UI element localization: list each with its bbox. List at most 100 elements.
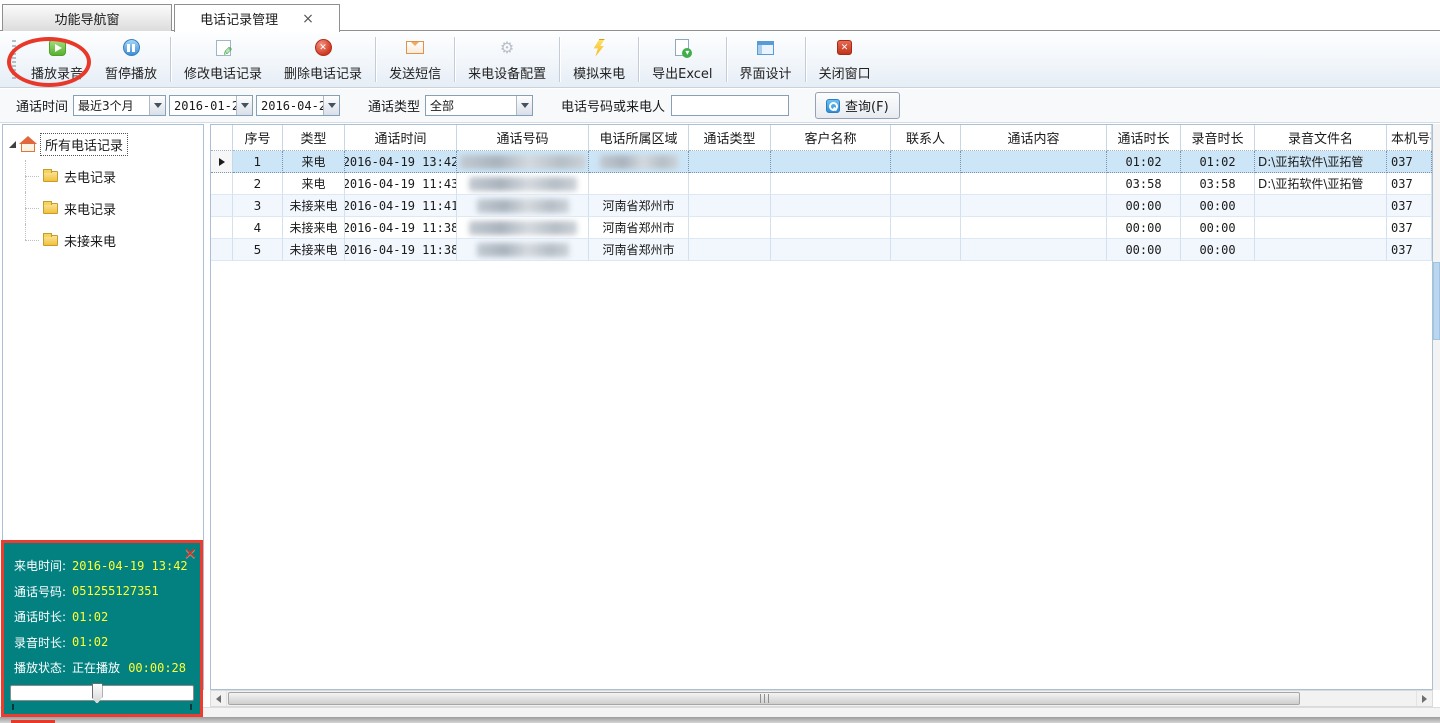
button-label: 界面设计 <box>740 63 792 82</box>
delete-call-record-button[interactable]: 删除电话记录 <box>273 32 373 87</box>
tree-item-label: 去电记录 <box>64 167 116 186</box>
simulate-incoming-call-button[interactable]: 模拟来电 <box>562 32 636 87</box>
close-icon[interactable]: ✕ <box>184 544 197 563</box>
scroll-left-arrow[interactable] <box>211 691 227 706</box>
horizontal-scrollbar-thumb[interactable] <box>228 692 1300 705</box>
field-label: 录音时长: <box>14 634 66 651</box>
search-button-label: 查询(F) <box>845 96 889 115</box>
cell-region: 河南省郑州市 <box>589 217 689 239</box>
scroll-right-arrow[interactable] <box>1416 691 1432 706</box>
column-header[interactable]: 通话时长 <box>1107 125 1181 151</box>
cell-region <box>589 151 689 173</box>
chevron-down-icon[interactable] <box>323 96 339 115</box>
field-label: 通话号码: <box>14 583 66 600</box>
column-header[interactable]: 通话时间 <box>345 125 457 151</box>
table-row[interactable]: 3 未接来电 2016-04-19 11:41 河南省郑州市 00:00 00:… <box>211 195 1432 217</box>
cell-call-type <box>689 173 771 195</box>
tab-function-nav[interactable]: 功能导航窗 <box>2 4 172 31</box>
column-header[interactable]: 本机号码 <box>1387 125 1432 151</box>
chevron-down-icon[interactable] <box>236 96 252 115</box>
tree-node-all-records[interactable]: 所有电话记录 <box>3 125 203 160</box>
column-header[interactable]: 通话内容 <box>961 125 1107 151</box>
date-to-picker[interactable]: 2016-04-22 <box>256 95 340 116</box>
table-row[interactable]: 2 来电 2016-04-19 11:43 03:58 03:58 D:\亚拓软… <box>211 173 1432 195</box>
tree-root-label[interactable]: 所有电话记录 <box>40 133 128 156</box>
call-time-label: 通话时间 <box>16 96 68 115</box>
vertical-scrollbar[interactable] <box>1433 124 1440 690</box>
column-header[interactable]: 联系人 <box>891 125 961 151</box>
time-range-value: 最近3个月 <box>74 97 149 114</box>
cell-number <box>457 217 589 239</box>
mail-icon <box>406 41 424 54</box>
column-header[interactable]: 录音时长 <box>1181 125 1255 151</box>
column-header[interactable]: 客户名称 <box>771 125 891 151</box>
cell-duration: 01:02 <box>1107 151 1181 173</box>
slider-tick <box>190 704 192 710</box>
column-header[interactable]: 序号 <box>233 125 283 151</box>
scrollbar-grip-icon <box>760 694 769 703</box>
cell-no: 1 <box>233 151 283 173</box>
phone-search-input[interactable] <box>671 95 789 116</box>
chevron-down-icon[interactable] <box>516 96 532 115</box>
date-from-picker[interactable]: 2016-01-22 <box>169 95 253 116</box>
cell-call-type <box>689 151 771 173</box>
tree-node-outgoing-records[interactable]: 去电记录 <box>3 160 203 192</box>
playback-progress-slider[interactable] <box>10 685 194 701</box>
tab-label: 电话记录管理 <box>200 9 278 28</box>
table-row[interactable]: 4 未接来电 2016-04-19 11:38 河南省郑州市 00:00 00:… <box>211 217 1432 239</box>
table-row[interactable]: 5 未接来电 2016-04-19 11:38 河南省郑州市 00:00 00:… <box>211 239 1432 261</box>
tab-call-record-management[interactable]: 电话记录管理 × <box>174 4 340 32</box>
column-header[interactable]: 类型 <box>283 125 345 151</box>
player-field: 通话时长: 01:02 <box>14 604 200 630</box>
incoming-device-config-button[interactable]: 来电设备配置 <box>457 32 557 87</box>
cell-type: 未接来电 <box>283 217 345 239</box>
table-header-row: 序号 类型 通话时间 通话号码 电话所属区域 通话类型 客户名称 联系人 通话内… <box>211 125 1432 151</box>
cell-customer <box>771 239 891 261</box>
filter-bar: 通话时间 最近3个月 2016-01-22 2016-04-22 通话类型 全部… <box>0 89 1440 123</box>
field-value: 2016-04-19 13:42 <box>72 559 188 573</box>
cell-type: 来电 <box>283 151 345 173</box>
time-range-select[interactable]: 最近3个月 <box>73 95 166 116</box>
close-window-button[interactable]: 关闭窗口 <box>808 32 882 87</box>
table-row[interactable]: 1 来电 2016-04-19 13:42 01:02 01:02 D:\亚拓软… <box>211 151 1432 173</box>
send-sms-button[interactable]: 发送短信 <box>378 32 452 87</box>
cell-customer <box>771 173 891 195</box>
button-label: 删除电话记录 <box>284 63 362 82</box>
tree-node-missed-calls[interactable]: 未接来电 <box>3 224 203 256</box>
edit-call-record-button[interactable]: 修改电话记录 <box>173 32 273 87</box>
search-button[interactable]: 查询(F) <box>815 92 900 119</box>
field-label: 来电时间: <box>14 557 66 574</box>
cell-number <box>457 239 589 261</box>
column-header[interactable]: 通话类型 <box>689 125 771 151</box>
column-header[interactable]: 电话所属区域 <box>589 125 689 151</box>
call-type-select[interactable]: 全部 <box>425 95 533 116</box>
cell-call-type <box>689 195 771 217</box>
chevron-down-icon[interactable] <box>149 96 165 115</box>
slider-thumb[interactable] <box>92 683 103 704</box>
cell-number <box>457 173 589 195</box>
tree-node-incoming-records[interactable]: 来电记录 <box>3 192 203 224</box>
button-label: 暂停播放 <box>105 63 157 82</box>
toolbar-separator <box>375 37 376 82</box>
horizontal-scrollbar[interactable] <box>210 690 1433 707</box>
button-label: 关闭窗口 <box>819 63 871 82</box>
pause-playback-button[interactable]: 暂停播放 <box>94 32 168 87</box>
cell-no: 4 <box>233 217 283 239</box>
ui-design-button[interactable]: 界面设计 <box>729 32 803 87</box>
column-header[interactable]: 通话号码 <box>457 125 589 151</box>
vertical-scrollbar-thumb[interactable] <box>1433 262 1440 340</box>
button-label: 修改电话记录 <box>184 63 262 82</box>
toolbar-separator <box>638 37 639 82</box>
cell-type: 未接来电 <box>283 195 345 217</box>
date-to-value: 2016-04-22 <box>257 99 323 113</box>
column-header[interactable]: 录音文件名 <box>1255 125 1387 151</box>
cell-no: 5 <box>233 239 283 261</box>
row-marker-cell <box>211 195 233 217</box>
folder-icon <box>43 171 58 182</box>
cell-contact <box>891 173 961 195</box>
tree-expander-icon[interactable] <box>9 141 16 148</box>
tab-close-icon[interactable]: × <box>302 12 314 26</box>
phone-search-label: 电话号码或来电人 <box>561 96 665 115</box>
export-excel-button[interactable]: 导出Excel <box>641 32 723 87</box>
cell-region: 河南省郑州市 <box>589 239 689 261</box>
